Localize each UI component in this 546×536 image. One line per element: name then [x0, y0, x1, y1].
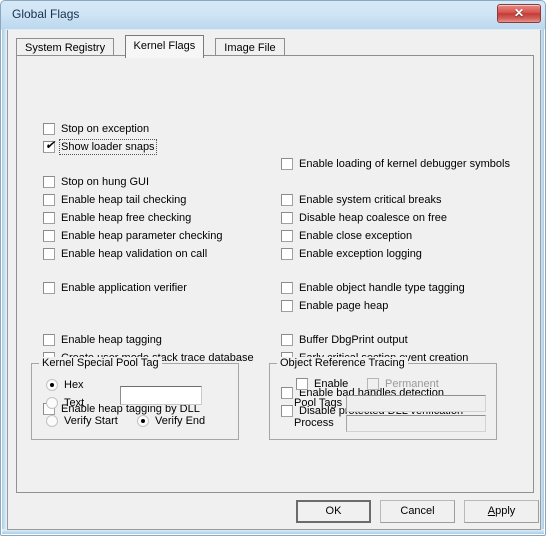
checkbox-box [43, 230, 55, 242]
kernel-special-pool-tag-title: Kernel Special Pool Tag [39, 357, 162, 369]
checkbox-enable-tracing-box [296, 378, 308, 390]
checkbox-label: Disable heap coalesce on free [299, 212, 447, 224]
checkbox-label: Enable object handle type tagging [299, 282, 465, 294]
apply-button[interactable]: Apply [464, 500, 539, 523]
checkbox-label: Enable exception logging [299, 248, 422, 260]
checkbox-label: Stop on exception [61, 123, 150, 135]
checkbox-box [281, 282, 293, 294]
checkbox-box [281, 194, 293, 206]
kernel-special-pool-tag-group: Kernel Special Pool Tag Hex Text Verify … [31, 357, 239, 440]
checkbox-label: Enable loading of kernel debugger symbol… [299, 158, 510, 170]
checkbox-label: Enable system critical breaks [299, 194, 442, 206]
radio-verify-start-circle [46, 415, 58, 427]
checkbox-label: Enable heap free checking [61, 212, 192, 224]
checkbox-label: Enable heap tagging [61, 334, 162, 346]
radio-text-circle [46, 397, 58, 409]
checkbox-box [281, 230, 293, 242]
checkbox-box [43, 194, 55, 206]
checkbox-box [281, 212, 293, 224]
checkbox-box [43, 123, 55, 135]
pool-tag-input[interactable] [120, 386, 202, 405]
cancel-button[interactable]: Cancel [380, 500, 455, 523]
object-reference-tracing-title: Object Reference Tracing [277, 357, 408, 369]
title-bar[interactable]: Global Flags ✕ [1, 1, 546, 30]
checkbox-label: Enable heap validation on call [61, 248, 208, 260]
pool-tags-input[interactable] [346, 395, 486, 412]
checkbox-label: Enable heap parameter checking [61, 230, 223, 242]
window-title: Global Flags [12, 7, 80, 21]
close-icon-glyph: ✕ [513, 6, 525, 20]
tab-kernel-flags[interactable]: Kernel Flags [124, 35, 205, 58]
checkbox-permanent-tracing-label: Permanent [385, 378, 439, 390]
radio-text-label: Text [64, 397, 85, 409]
radio-verify-end-circle [137, 415, 149, 427]
checkbox-label: Enable application verifier [61, 282, 187, 294]
close-icon[interactable]: ✕ [497, 4, 541, 23]
checkbox-label: Enable page heap [299, 300, 389, 312]
checkbox-label: Enable heap tail checking [61, 194, 187, 206]
global-flags-window: Global Flags ✕ System Registry Kernel Fla… [0, 0, 546, 536]
checkbox-box [281, 158, 293, 170]
tab-panel-kernel-flags: Stop on exception ✔ Show loader snaps Stop … [16, 55, 534, 493]
checkbox-box [43, 176, 55, 188]
process-input[interactable] [346, 415, 486, 432]
check-icon: ✔ [45, 138, 56, 152]
checkbox-enable-tracing-label: Enable [314, 378, 349, 390]
checkbox-box [43, 212, 55, 224]
ok-button[interactable]: OK [296, 500, 371, 523]
checkbox-box: ✔ [43, 138, 56, 153]
checkbox-label: Show loader snaps [59, 139, 157, 155]
checkbox-box [281, 300, 293, 312]
radio-hex-label: Hex [64, 379, 84, 391]
tab-strip: System Registry Kernel Flags Image File [16, 35, 534, 58]
radio-verify-start-label: Verify Start [64, 415, 118, 427]
checkbox-box [43, 282, 55, 294]
checkbox-box [281, 334, 293, 346]
process-label: Process [294, 417, 334, 429]
checkbox-box [43, 334, 55, 346]
radio-hex-circle [46, 379, 58, 391]
object-reference-tracing-group: Object Reference Tracing Enable Permanen… [269, 357, 497, 440]
radio-verify-end-label: Verify End [155, 415, 206, 427]
checkbox-label: Enable close exception [299, 230, 413, 242]
checkbox-box [281, 248, 293, 260]
dialog-client-area: System Registry Kernel Flags Image File St… [7, 30, 541, 530]
checkbox-label: Stop on hung GUI [61, 176, 150, 188]
checkbox-box [43, 248, 55, 260]
checkbox-label: Buffer DbgPrint output [299, 334, 408, 346]
apply-button-accel: A [487, 505, 496, 517]
apply-button-rest: pply [495, 505, 516, 517]
pool-tags-label: Pool Tags [294, 397, 343, 409]
checkbox-permanent-tracing-box [367, 378, 379, 390]
